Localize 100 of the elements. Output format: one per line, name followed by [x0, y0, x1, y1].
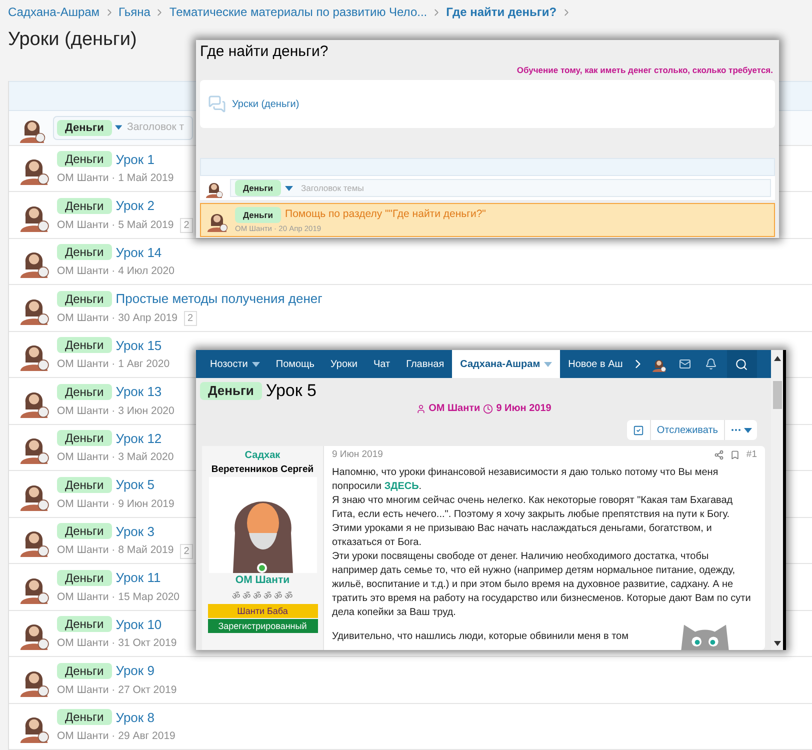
- prefix-label: Деньги: [57, 384, 112, 400]
- page-title: Уроки (деньги): [7, 28, 138, 52]
- post-paragraph: Этими уроками я не призываю Вас начать наслаждаться деньгами, богатством, и отказаться от Бога.: [332, 522, 713, 550]
- nav-tab[interactable]: Чат: [366, 350, 398, 378]
- thread-title-field[interactable]: Деньги Заголовок темы: [230, 179, 771, 198]
- thread-title-link[interactable]: Простые методы получения денег: [116, 289, 322, 309]
- thread-title-link[interactable]: Урок 10: [116, 614, 162, 634]
- nav-tab[interactable]: Уроки: [322, 350, 366, 378]
- clock-icon: [483, 404, 494, 414]
- user-banner: Зарегистрированный: [208, 619, 318, 633]
- prefix-label: Деньги: [57, 290, 112, 307]
- caret-icon: [744, 428, 752, 432]
- thread-meta: ОМ Шанти · 31 Окт 2019: [57, 636, 177, 652]
- post-date: 9 Июн 2019: [332, 448, 384, 462]
- user-banner: Шанти Баба: [208, 604, 318, 618]
- breadcrumb-link[interactable]: Садхана-Ашрам: [8, 3, 100, 21]
- user-title: Садхак: [244, 449, 280, 463]
- thread-meta: ОМ Шанти · 3 Май 2020: [57, 450, 174, 466]
- prefix-label: Деньги: [235, 206, 282, 223]
- thread-title-link[interactable]: Урок 5: [116, 475, 154, 495]
- forum-description: Обучение тому, как иметь денег столько, сколько требуется.: [516, 64, 774, 76]
- post-paragraph: Напомню, что уроки финансовой независимости я даю только потому что Вы меня попросили ЗДЕСЬ.: [332, 466, 720, 494]
- rank-symbols: ॐ ॐ ॐ ॐ ॐ ॐ: [232, 590, 293, 603]
- scrollbar[interactable]: [771, 350, 783, 650]
- thread-meta: ОМ Шанти · 3 Июн 2020: [57, 404, 174, 419]
- nav-tab[interactable]: Нозости: [202, 350, 268, 378]
- thread-title-link[interactable]: Урок 2: [116, 196, 154, 216]
- reply-count[interactable]: 2: [180, 544, 194, 558]
- prefix-label: Деньги: [200, 382, 262, 400]
- user-icon: [416, 404, 426, 414]
- thread-title: Урок 5: [266, 381, 316, 401]
- nav-tab[interactable]: Садхана-Ашрам: [452, 350, 560, 378]
- nav-tab[interactable]: Новое в Аш: [560, 350, 631, 378]
- thread-title-field[interactable]: Деньги Заголовок т: [53, 116, 193, 140]
- thread-meta: ОМ Шанти · 9 Июн 2019: [57, 496, 174, 512]
- user-real-name: Веретенников Сергей: [211, 463, 314, 477]
- scrollbar-thumb[interactable]: [772, 381, 782, 409]
- prefix-label: Деньги: [235, 180, 282, 196]
- breadcrumb-link[interactable]: Тематические материалы по развитию Чело...: [169, 3, 428, 21]
- mail-icon[interactable]: [678, 358, 691, 370]
- caret-icon: [114, 125, 122, 130]
- thread-author: ОМ Шанти: [428, 402, 480, 416]
- post-number[interactable]: #1: [746, 448, 757, 462]
- prefix-label: Деньги: [57, 476, 112, 493]
- thread-meta: ОМ Шанти · 1 Май 2019: [57, 171, 174, 186]
- here-link[interactable]: ЗДЕСЬ: [384, 481, 419, 492]
- nav-tab[interactable]: Помощь: [268, 350, 322, 378]
- breadcrumb-link[interactable]: Где найти деньги?: [446, 3, 557, 21]
- forum-title: Где найти деньги?: [199, 42, 330, 62]
- thread-meta: ОМ Шанти · 27 Окт 2019: [57, 682, 177, 698]
- prefix-label: Деньги: [57, 709, 112, 726]
- caret-icon: [252, 362, 260, 366]
- prefix-label: Деньги: [57, 120, 112, 136]
- title-input[interactable]: Заголовок темы: [301, 182, 766, 195]
- prefix-label: Деньги: [57, 662, 112, 679]
- prefix-label: Деньги: [57, 198, 112, 214]
- chat-bubbles-icon: [208, 95, 226, 114]
- prefix-label: Деньги: [57, 244, 112, 260]
- search-button[interactable]: [726, 350, 757, 378]
- post-paragraph: Удивительно, что нашлись люди, которые обвинили меня в том: [332, 630, 628, 644]
- thread-meta: ОМ Шанти · 1 Авг 2020: [57, 357, 170, 372]
- checkbox-icon: [632, 424, 644, 436]
- thread-title-link[interactable]: Урок 14: [116, 242, 162, 262]
- share-icon[interactable]: [714, 450, 724, 460]
- caret-icon: [544, 362, 552, 366]
- thread-title-link[interactable]: Урок 1: [116, 150, 154, 170]
- prefix-label: Деньги: [57, 337, 112, 354]
- thread-meta: ОМ Шанти · 4 Июл 2020: [57, 264, 174, 280]
- thread-title-link[interactable]: Урок 3: [116, 522, 154, 542]
- reply-count[interactable]: 2: [184, 311, 198, 326]
- prefix-label: Деньги: [57, 430, 112, 446]
- thread-title-link[interactable]: Урок 13: [116, 382, 162, 402]
- scroll-up-icon[interactable]: [774, 356, 780, 361]
- post-paragraph: Эти уроки посвящены свободе от денег. Наличию необходимого достатка, чтобы например дать семье то, что ей нужно (например детям нормальное питание, одежду, жильё, воспитание и т.д.) и при этом было время на духовное развитие, садхану. А не тратить это время на работу на государство или бизнесменов. Которые дают Вам по сути дела копейки за Ваш труд.: [332, 550, 752, 620]
- thread-title-link[interactable]: Урок 15: [116, 336, 162, 356]
- thread-title-link[interactable]: Урок 11: [116, 568, 161, 588]
- subforum-link[interactable]: Урски (деньги): [232, 96, 300, 112]
- thread-title-link[interactable]: Урок 12: [116, 428, 162, 448]
- thread-title-link[interactable]: Урок 9: [116, 661, 154, 681]
- thread-meta: ОМ Шанти · 5 Май 2019: [57, 218, 174, 233]
- scroll-down-icon[interactable]: [774, 641, 780, 646]
- thread-meta: ОМ Шанти · 8 Май 2019: [57, 543, 174, 558]
- prefix-label: Деньги: [57, 151, 112, 168]
- thread-title-link[interactable]: Урок 8: [116, 708, 154, 728]
- search-icon: [735, 358, 748, 370]
- thread-meta: ОМ Шанти · 30 Апр 2019: [57, 310, 178, 326]
- thread-meta: ОМ Шанти · 29 Авг 2019: [57, 729, 176, 744]
- title-input[interactable]: Заголовок т: [127, 120, 189, 136]
- thread-title-link[interactable]: Помощь по разделу ""Где найти деньги?": [285, 206, 486, 222]
- prefix-label: Деньги: [57, 523, 112, 540]
- bookmark-icon[interactable]: [730, 450, 740, 460]
- reply-count[interactable]: 2: [180, 218, 194, 233]
- user-name[interactable]: ОМ Шанти: [235, 573, 290, 589]
- breadcrumb-link[interactable]: Гьяна: [118, 3, 150, 21]
- nav-tab[interactable]: Главная: [398, 350, 452, 378]
- thread-meta: ОМ Шанти · 15 Мар 2020: [57, 590, 180, 605]
- prefix-label: Деньги: [57, 616, 112, 632]
- bell-icon[interactable]: [704, 358, 717, 370]
- post-paragraph: Я знаю что многим сейчас очень нелегко. Как некоторые говорят "Какая там Бхагавад Гита, если есть нечего...". Поэтому я хочу закрыть любые препятствия на пути к Богу.: [332, 494, 734, 522]
- prefix-label: Деньги: [57, 570, 112, 586]
